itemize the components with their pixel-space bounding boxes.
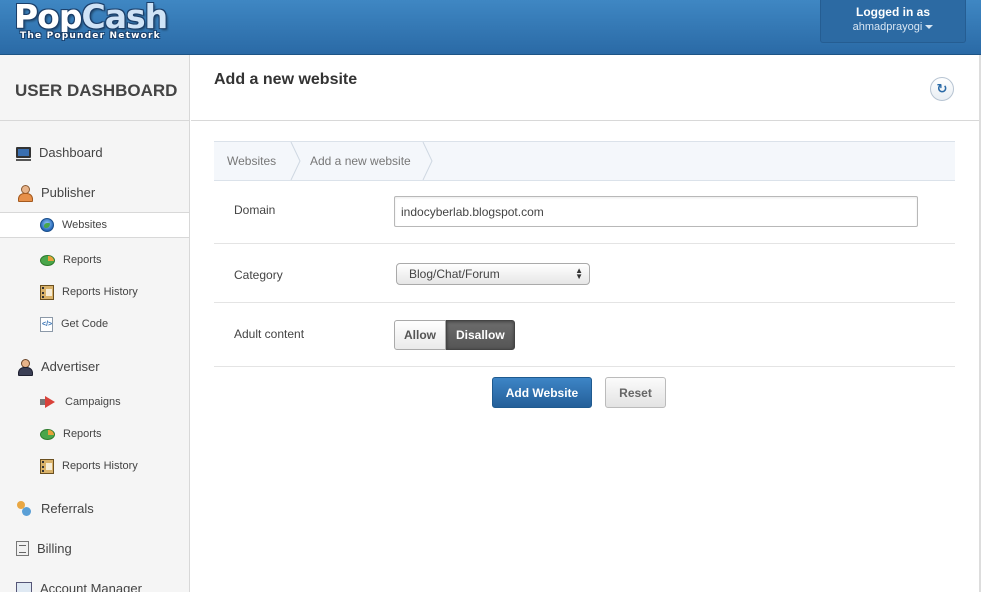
sidebar-item-advertiser-reports[interactable]: Reports [0, 421, 189, 447]
sidebar-item-label: Billing [37, 540, 72, 556]
form-row-domain: Domain [214, 181, 955, 244]
sidebar-item-label: Dashboard [39, 144, 103, 160]
category-label: Category [234, 268, 283, 282]
page-header: Add a new website ↻ [191, 55, 979, 121]
sidebar-item-campaigns[interactable]: Campaigns [0, 389, 189, 415]
sidebar-item-publisher[interactable]: Publisher [0, 177, 189, 207]
disallow-button[interactable]: Disallow [446, 320, 515, 350]
sidebar-item-label: Reports [63, 428, 102, 440]
category-select[interactable]: Blog/Chat/Forum ▲ ▼ [396, 263, 590, 285]
code-icon [40, 316, 53, 332]
username-text: ahmadprayogi [852, 21, 923, 33]
sidebar-item-account-manager[interactable]: Account Manager [0, 573, 189, 592]
form-row-category: Category Blog/Chat/Forum ▲ ▼ [214, 244, 955, 303]
breadcrumb-item-websites[interactable]: Websites [227, 142, 276, 180]
ledger-icon [40, 284, 54, 300]
form-row-adult-content: Adult content Allow Disallow [214, 303, 955, 367]
sidebar-item-dashboard[interactable]: Dashboard [0, 137, 189, 167]
pie-chart-icon [40, 254, 55, 266]
sidebar-item-label: Campaigns [65, 396, 121, 408]
sidebar-item-label: Reports History [62, 286, 138, 298]
id-card-icon [16, 582, 32, 592]
sidebar-item-label: Websites [62, 219, 108, 231]
adult-content-label: Adult content [234, 327, 305, 341]
sidebar-item-publisher-reports-history[interactable]: Reports History [0, 279, 189, 305]
sidebar: USER DASHBOARD Dashboard Publisher Websi… [0, 55, 190, 592]
domain-label: Domain [234, 203, 276, 217]
sidebar-title: USER DASHBOARD [0, 55, 189, 121]
page-title: Add a new website [214, 71, 358, 88]
refresh-icon: ↻ [936, 81, 948, 96]
reset-button[interactable]: Reset [605, 377, 666, 408]
select-arrows-icon: ▲ ▼ [575, 266, 583, 281]
sidebar-item-label: Referrals [41, 500, 94, 516]
person-icon [16, 184, 33, 202]
bill-icon [16, 540, 29, 556]
add-website-button[interactable]: Add Website [492, 377, 592, 408]
breadcrumb-item-current: Add a new website [310, 154, 411, 168]
breadcrumb-separator [422, 142, 434, 180]
sidebar-item-label: Reports History [62, 460, 138, 472]
main-content: Add a new website ↻ Websites Add a new w… [191, 55, 981, 592]
sidebar-item-label: Advertiser [41, 358, 100, 374]
megaphone-icon [40, 395, 57, 410]
add-website-form: Websites Add a new website Domain Catego… [214, 141, 955, 408]
pie-chart-icon [40, 428, 55, 440]
breadcrumb-separator [290, 142, 302, 180]
category-selected-value: Blog/Chat/Forum [409, 267, 500, 281]
top-header: PopCash The Popunder Network Logged in a… [0, 0, 981, 55]
sidebar-item-label: Publisher [41, 184, 96, 200]
sidebar-item-label: Get Code [61, 318, 109, 330]
sidebar-item-publisher-reports[interactable]: Reports [0, 247, 189, 273]
domain-input[interactable] [394, 196, 918, 227]
user-menu[interactable]: Logged in as ahmadprayogi [820, 0, 966, 43]
ledger-icon [40, 458, 54, 474]
logged-in-label: Logged in as [855, 5, 930, 19]
username-dropdown[interactable]: ahmadprayogi [821, 21, 965, 33]
sidebar-item-label: Account Manager [40, 580, 142, 592]
people-icon [16, 500, 33, 516]
sidebar-item-billing[interactable]: Billing [0, 533, 189, 563]
caret-down-icon [925, 25, 934, 30]
adult-content-toggle: Allow Disallow [394, 320, 515, 350]
popcash-logo[interactable]: PopCash The Popunder Network [14, 0, 176, 46]
allow-button[interactable]: Allow [394, 320, 446, 350]
logo-tagline: The Popunder Network [20, 31, 161, 41]
sidebar-item-websites[interactable]: Websites [0, 212, 189, 238]
person-icon [16, 358, 33, 376]
refresh-button[interactable]: ↻ [930, 77, 954, 101]
sidebar-item-advertiser-reports-history[interactable]: Reports History [0, 453, 189, 479]
sidebar-item-label: Reports [63, 254, 102, 266]
breadcrumb: Websites Add a new website [214, 141, 955, 181]
globe-icon [40, 218, 54, 232]
sidebar-item-get-code[interactable]: Get Code [0, 311, 189, 337]
sidebar-item-referrals[interactable]: Referrals [0, 493, 189, 523]
monitor-icon [16, 146, 31, 161]
sidebar-item-advertiser[interactable]: Advertiser [0, 351, 189, 381]
